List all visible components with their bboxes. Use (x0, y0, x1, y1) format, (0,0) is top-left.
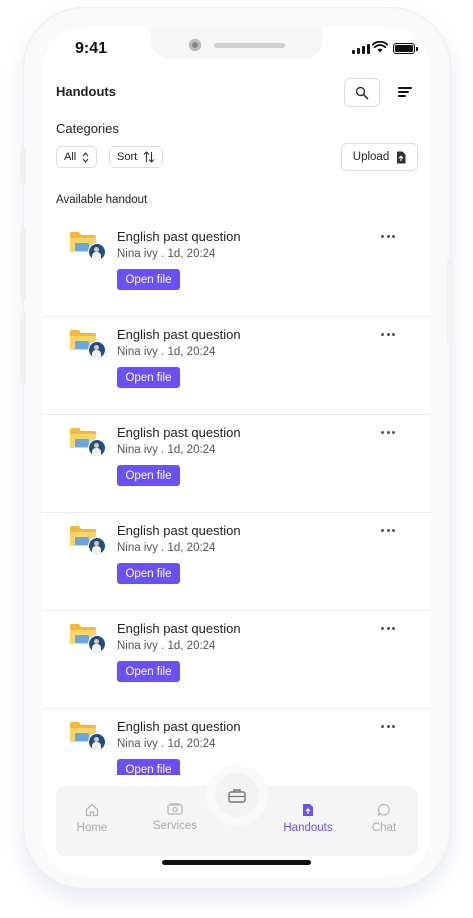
more-options-icon[interactable] (381, 431, 395, 434)
side-button (447, 258, 453, 344)
more-options-icon[interactable] (381, 333, 395, 336)
home-icon (85, 803, 99, 817)
side-button (20, 148, 26, 184)
handout-title: English past question (117, 327, 241, 342)
chat-bubble-icon (377, 803, 390, 817)
author-avatar (88, 537, 106, 555)
center-action-button[interactable] (215, 773, 259, 817)
menu-lines-icon[interactable] (398, 87, 412, 99)
author-avatar (88, 341, 106, 359)
nav-services[interactable]: Services (140, 803, 210, 832)
nav-handouts-label: Handouts (283, 822, 333, 834)
author-avatar (88, 439, 106, 457)
money-icon (167, 803, 183, 815)
side-button (20, 228, 26, 300)
upload-label: Upload (352, 151, 390, 163)
handout-meta: Nina ivy . 1d, 20:24 (117, 738, 216, 750)
more-options-icon[interactable] (381, 235, 395, 238)
category-value: All (64, 151, 77, 163)
open-file-button[interactable]: Open file (117, 563, 180, 584)
handout-meta: Nina ivy . 1d, 20:24 (117, 346, 216, 358)
handout-icon (303, 804, 313, 816)
author-avatar (88, 635, 106, 653)
signal-icon (352, 43, 370, 54)
more-options-icon[interactable] (381, 529, 395, 532)
nav-home-label: Home (76, 822, 108, 834)
handout-meta: Nina ivy . 1d, 20:24 (117, 640, 216, 652)
search-icon (355, 86, 369, 99)
briefcase-icon (228, 788, 246, 803)
handout-item[interactable]: English past question Nina ivy . 1d, 20:2… (42, 611, 431, 709)
handout-item[interactable]: English past question Nina ivy . 1d, 20:2… (42, 513, 431, 611)
nav-chat-label: Chat (371, 822, 397, 834)
handout-item[interactable]: English past question Nina ivy . 1d, 20:2… (42, 415, 431, 513)
open-file-button[interactable]: Open file (117, 661, 180, 682)
upload-button[interactable]: Upload (341, 143, 418, 171)
section-title: Available handout (56, 194, 148, 206)
speaker (214, 43, 285, 48)
more-options-icon[interactable] (381, 627, 395, 630)
handout-title: English past question (117, 621, 241, 636)
page-title: Handouts (56, 84, 116, 99)
home-indicator (162, 860, 311, 865)
handout-title: English past question (117, 229, 241, 244)
side-button (20, 312, 26, 384)
handout-item[interactable]: English past question Nina ivy . 1d, 20:2… (42, 219, 431, 317)
sort-button[interactable]: Sort (109, 146, 164, 168)
wifi-icon (372, 41, 388, 53)
author-avatar (88, 733, 106, 751)
handout-meta: Nina ivy . 1d, 20:24 (117, 444, 216, 456)
camera (189, 39, 201, 51)
open-file-button[interactable]: Open file (117, 269, 180, 290)
nav-chat[interactable]: Chat (349, 803, 419, 834)
handout-meta: Nina ivy . 1d, 20:24 (117, 248, 216, 260)
more-options-icon[interactable] (381, 725, 395, 728)
handout-item[interactable]: English past question Nina ivy . 1d, 20:2… (42, 317, 431, 415)
handout-title: English past question (117, 719, 241, 734)
upload-file-icon (397, 151, 406, 163)
category-select[interactable]: All (56, 146, 98, 168)
nav-services-label: Services (152, 820, 198, 832)
open-file-button[interactable]: Open file (117, 367, 180, 388)
nav-handouts[interactable]: Handouts (273, 803, 343, 834)
handout-meta: Nina ivy . 1d, 20:24 (117, 542, 216, 554)
sort-arrows-icon (143, 151, 155, 163)
open-file-button[interactable]: Open file (117, 465, 180, 486)
battery-icon (393, 43, 418, 54)
author-avatar (88, 243, 106, 261)
handout-title: English past question (117, 425, 241, 440)
categories-label: Categories (56, 121, 119, 136)
status-time: 9:41 (75, 40, 108, 57)
sort-label: Sort (117, 151, 138, 163)
nav-home[interactable]: Home (57, 803, 127, 834)
chevron-up-down-icon (82, 151, 89, 163)
handout-title: English past question (117, 523, 241, 538)
search-button[interactable] (344, 78, 380, 107)
open-file-button[interactable]: Open file (117, 759, 180, 775)
